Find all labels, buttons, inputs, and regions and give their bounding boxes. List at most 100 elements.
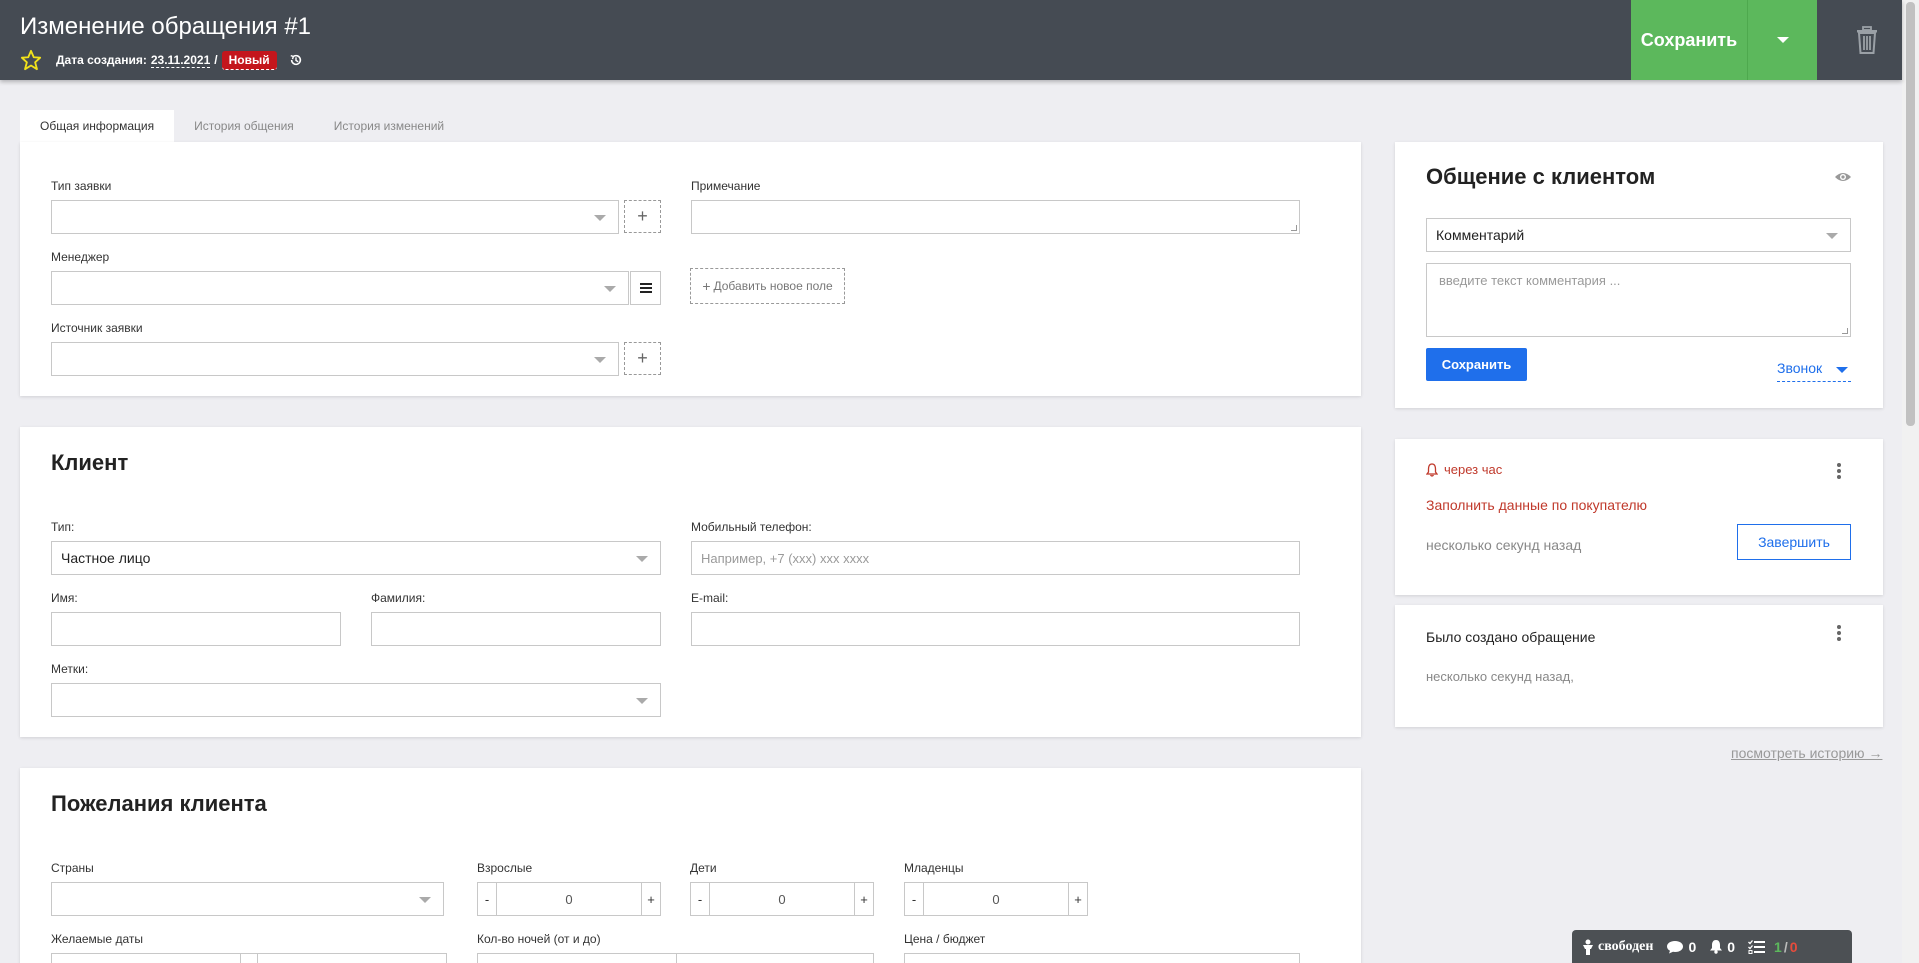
reminder-task: Заполнить данные по покупателю [1426,497,1647,513]
infants-increment-button[interactable]: + [1068,883,1087,915]
tags-select[interactable] [51,683,661,717]
request-type-select[interactable] [51,200,619,234]
date-from-input[interactable] [51,953,241,963]
phone-input[interactable]: Например, +7 (xxx) xxx xxxx [691,541,1300,575]
user-status[interactable]: свободен [1582,939,1653,955]
nights-to-input[interactable] [676,953,874,963]
date-to-input[interactable] [257,953,447,963]
reminder-menu-icon[interactable] [1837,463,1841,481]
tab-general-info[interactable]: Общая информация [20,110,175,142]
children-increment-button[interactable]: + [854,883,873,915]
first-name-input[interactable] [51,612,341,646]
countries-select[interactable] [51,882,444,916]
budget-input[interactable] [904,953,1300,963]
trash-icon[interactable] [1856,26,1878,54]
source-select[interactable] [51,342,619,376]
tasks-icon [1748,939,1766,954]
created-label: Дата создания: [56,53,147,67]
first-name-label: Имя: [51,591,78,605]
page-title: Изменение обращения #1 [20,13,312,40]
client-type-select[interactable]: Частное лицо [51,541,661,575]
manager-select[interactable] [51,271,629,305]
infants-decrement-button[interactable]: - [905,883,924,915]
resize-grip-icon[interactable] [1842,328,1848,334]
children-label: Дети [690,861,717,875]
reminder-time: несколько секунд назад [1426,537,1582,553]
meta-separator: / [214,53,218,67]
children-decrement-button[interactable]: - [691,883,710,915]
chevron-down-icon [594,357,606,363]
add-new-field-button[interactable]: + Добавить новое поле [690,268,845,304]
add-request-type-button[interactable]: + [624,200,661,233]
adults-value[interactable]: 0 [497,883,641,915]
chevron-down-icon [636,556,648,562]
note-textarea[interactable] [691,200,1300,234]
add-source-button[interactable]: + [624,342,661,375]
chat-icon [1667,940,1684,953]
header-meta: Дата создания: 23.11.2021 / Новый [20,49,303,71]
scrollbar-thumb[interactable] [1906,2,1915,426]
note-label: Примечание [691,179,761,193]
complete-task-button[interactable]: Завершить [1737,524,1851,560]
chevron-down-icon [594,215,606,221]
list-icon [639,283,652,293]
notifications-counter[interactable]: 0 [1709,939,1735,955]
client-heading: Клиент [51,450,129,475]
email-label: E-mail: [691,591,729,605]
page-scrollbar[interactable] [1902,0,1919,963]
created-date[interactable]: 23.11.2021 [150,53,211,68]
history-icon[interactable] [289,53,303,67]
chevron-down-icon [419,897,431,903]
event-menu-icon[interactable] [1837,625,1841,643]
call-type-dropdown[interactable]: Звонок [1777,360,1851,382]
children-stepper[interactable]: - 0 + [690,882,874,916]
event-time: несколько секунд назад, [1426,669,1574,684]
chevron-down-icon [1826,233,1838,239]
tab-communication-history[interactable]: История общения [174,110,314,142]
event-card [1395,605,1883,727]
last-name-label: Фамилия: [371,591,426,605]
budget-label: Цена / бюджет [904,932,986,946]
children-value[interactable]: 0 [710,883,854,915]
view-history-link[interactable]: посмотреть историю → [1731,745,1882,761]
tags-label: Метки: [51,662,89,676]
dates-label: Желаемые даты [51,932,143,946]
comment-save-button[interactable]: Сохранить [1426,348,1527,381]
chevron-down-icon [636,698,648,704]
comment-type-select[interactable]: Комментарий [1426,218,1851,252]
tab-change-history[interactable]: История изменений [314,110,464,142]
status-badge[interactable]: Новый [221,50,277,70]
adults-stepper[interactable]: - 0 + [477,882,661,916]
phone-label: Мобильный телефон: [691,520,812,534]
comment-textarea[interactable]: введите текст комментария ... [1426,263,1851,337]
save-button[interactable]: Сохранить [1631,0,1747,80]
adults-decrement-button[interactable]: - [478,883,497,915]
eye-icon[interactable] [1834,170,1852,184]
resize-grip-icon[interactable] [1291,225,1297,231]
messages-counter[interactable]: 0 [1666,939,1696,955]
chevron-down-icon [604,286,616,292]
status-bar: свободен 0 0 1 / 0 [1572,930,1852,963]
communication-heading: Общение с клиентом [1426,164,1656,189]
reminder-when: через час [1444,462,1503,477]
save-dropdown-button[interactable] [1747,0,1817,80]
nights-from-input[interactable] [477,953,677,963]
source-label: Источник заявки [51,321,143,335]
last-name-input[interactable] [371,612,661,646]
tasks-counter[interactable]: 1 / 0 [1748,939,1798,955]
client-type-label: Тип: [51,520,75,534]
manager-list-button[interactable] [630,271,661,305]
infants-value[interactable]: 0 [924,883,1068,915]
wishes-heading: Пожелания клиента [51,791,267,816]
email-input[interactable] [691,612,1300,646]
event-title: Было создано обращение [1426,629,1596,645]
person-icon [1583,939,1593,955]
star-icon[interactable] [20,49,42,71]
adults-increment-button[interactable]: + [641,883,660,915]
top-bar: Изменение обращения #1 Дата создания: 23… [0,0,1902,80]
adults-label: Взрослые [477,861,533,875]
request-type-label: Тип заявки [51,179,112,193]
manager-label: Менеджер [51,250,110,264]
tabs: Общая информация История общения История… [20,110,464,142]
infants-stepper[interactable]: - 0 + [904,882,1088,916]
